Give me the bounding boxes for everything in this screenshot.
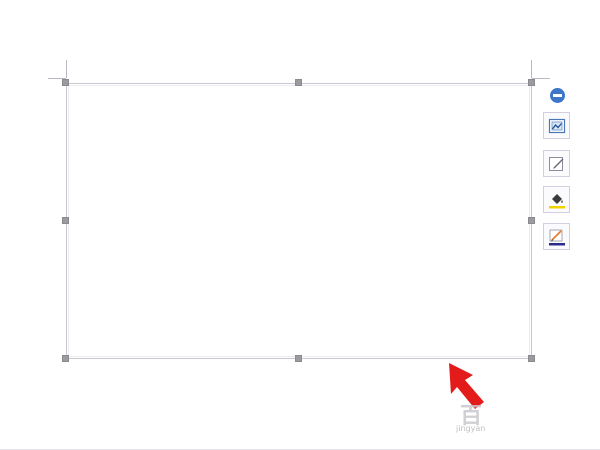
layout-options-button[interactable] [543,112,570,139]
layout-picture-icon [548,118,566,134]
watermark-text: jingyan [456,424,486,433]
resize-handle-top-left[interactable] [62,79,69,86]
selected-rectangle-shape[interactable] [66,83,532,359]
resize-handle-top-middle[interactable] [295,79,302,86]
paint-bucket-icon [549,194,565,209]
crop-mark-top-right-v [531,60,532,78]
resize-handle-bottom-right[interactable] [528,355,535,362]
resize-handle-top-right[interactable] [528,79,535,86]
resize-handle-bottom-left[interactable] [62,355,69,362]
shape-inner-border [68,85,530,357]
shape-styles-button[interactable] [543,150,570,177]
crop-mark-top-left-v [66,60,67,78]
pencil-outline-icon [549,229,565,246]
watermark-logo: 百 jingyan [452,396,502,440]
resize-handle-bottom-middle[interactable] [295,355,302,362]
fill-color-button[interactable] [543,186,570,213]
document-canvas: 百 jingyan [0,0,600,450]
pen-edit-icon [549,157,564,171]
resize-handle-middle-left[interactable] [62,217,69,224]
minus-circle-icon[interactable] [550,88,565,103]
outline-color-button[interactable] [543,223,570,250]
resize-handle-middle-right[interactable] [528,217,535,224]
